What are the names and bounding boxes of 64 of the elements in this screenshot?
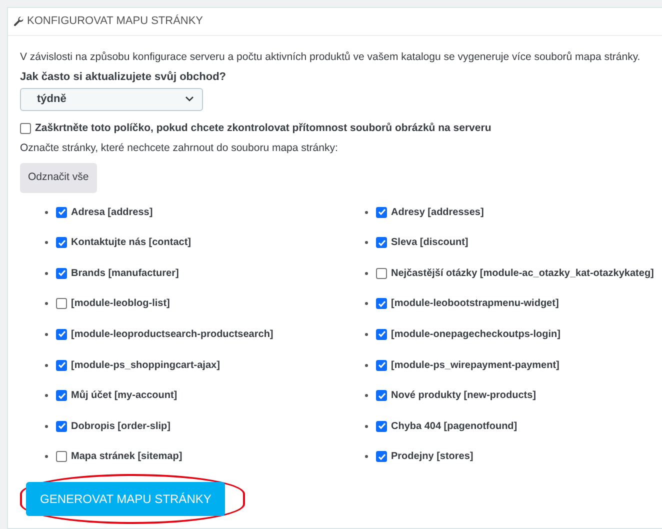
frequency-select[interactable]: týdně xyxy=(20,88,203,110)
checkbox-label: Nové produkty [new-products] xyxy=(391,389,536,404)
checkbox[interactable] xyxy=(56,420,67,432)
bullet-icon xyxy=(45,302,48,306)
checkbox[interactable] xyxy=(56,298,67,310)
checkbox[interactable] xyxy=(56,360,67,371)
checkbox[interactable] xyxy=(376,237,387,248)
panel-title: KONFIGUROVAT MAPU STRÁNKY xyxy=(27,14,204,30)
checkbox[interactable] xyxy=(376,206,387,218)
checkbox-label: Prodejny [stores] xyxy=(391,450,474,464)
checkbox[interactable] xyxy=(56,328,67,340)
checkbox-label: Můj účet [my-account] xyxy=(71,389,178,404)
bullet-icon xyxy=(365,302,368,306)
checkbox-label: [module-leoproductsearch-productsearch] xyxy=(71,328,274,342)
checkbox-label: Sleva [discount] xyxy=(391,236,468,250)
checkbox-label: Adresy [addresses] xyxy=(391,206,484,220)
intro-text: V závislosti na způsobu konfigurace serveru a počtu aktivních produktů ve vašem katalogu se vygeneruje více souborů mapa stránky. xyxy=(20,50,642,64)
checkbox[interactable] xyxy=(376,328,387,340)
checkbox-label: Adresa [address] xyxy=(71,206,153,220)
bullet-icon xyxy=(45,364,48,367)
checkbox-label: Chyba 404 [pagenotfound] xyxy=(391,420,518,434)
checkbox[interactable] xyxy=(56,451,67,462)
bullet-icon xyxy=(365,241,368,244)
bullet-icon xyxy=(45,210,48,214)
checkbox[interactable] xyxy=(376,298,387,310)
bullet-icon xyxy=(45,455,48,458)
checkbox-label: [module-ps_shoppingcart-ajax] xyxy=(71,358,220,373)
checkbox[interactable] xyxy=(56,237,67,248)
bullet-icon xyxy=(365,394,368,398)
bullet-icon xyxy=(365,272,368,275)
checkbox-label: [module-leoblog-list] xyxy=(71,297,170,312)
bullet-icon xyxy=(365,455,368,458)
chevron-down-icon xyxy=(185,96,194,102)
bullet-icon xyxy=(45,332,48,336)
checkbox-label: Kontaktujte nás [contact] xyxy=(71,236,192,250)
checkbox-label: [module-onepagecheckoutps-login] xyxy=(391,328,560,342)
bullet-icon xyxy=(365,332,368,336)
bullet-icon xyxy=(365,210,368,214)
checkbox-label: Nejčastější otázky [module-ac_otazky_kat-otazkykateg] xyxy=(391,266,654,281)
checkbox-label: Zaškrtněte toto políčko, pokud chcete zkontrolovat přítomnost souborů obrázků na serveru xyxy=(35,120,492,136)
bullet-icon xyxy=(45,394,48,398)
checkbox[interactable] xyxy=(56,390,67,402)
checkbox-label: Dobropis [order-slip] xyxy=(71,420,170,434)
bullet-icon xyxy=(365,424,368,428)
bullet-icon xyxy=(45,241,48,244)
checkbox-label: Mapa stránek [sitemap] xyxy=(71,450,182,464)
checkbox-label: [module-ps_wirepayment-payment] xyxy=(391,358,560,373)
checkbox[interactable] xyxy=(376,451,387,462)
checkbox-label: Brands [manufacturer] xyxy=(71,266,179,281)
checkbox[interactable] xyxy=(376,268,387,279)
bullet-icon xyxy=(365,364,368,367)
checkbox[interactable] xyxy=(20,122,31,134)
bullet-icon xyxy=(45,272,48,275)
checkbox[interactable] xyxy=(56,268,67,279)
wrench-icon xyxy=(13,16,24,27)
frequency-label: Jak často si aktualizujete svůj obchod? xyxy=(20,70,228,85)
checkbox[interactable] xyxy=(376,390,387,402)
deselect-all-button[interactable]: Odznačit vše xyxy=(20,163,97,193)
checkbox[interactable] xyxy=(56,206,67,218)
pages-label: Označte stránky, které nechcete zahrnout do souboru mapa stránky: xyxy=(20,141,339,156)
bullet-icon xyxy=(45,424,48,428)
checkbox[interactable] xyxy=(376,420,387,432)
checkbox[interactable] xyxy=(376,360,387,371)
checkbox-label: [module-leobootstrapmenu-widget] xyxy=(391,297,559,312)
